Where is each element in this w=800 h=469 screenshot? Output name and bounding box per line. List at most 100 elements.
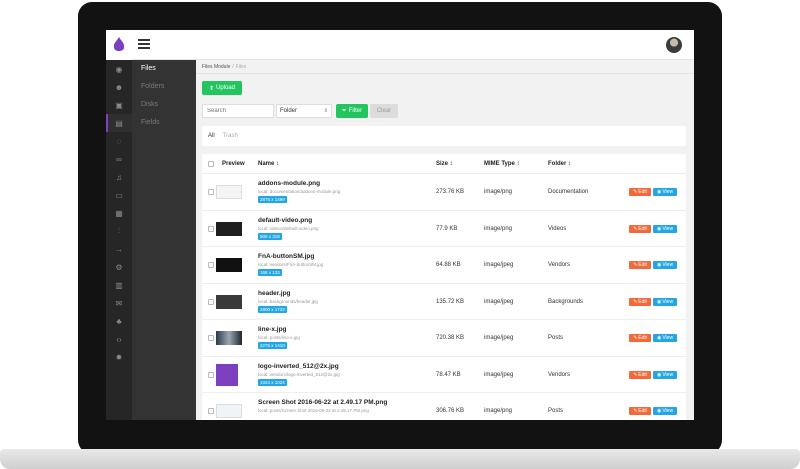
search-input[interactable] (202, 104, 274, 118)
edit-button[interactable]: ✎ Edit (629, 370, 651, 379)
file-name[interactable]: Screen Shot 2016-06-22 at 2.49.17 PM.png (258, 399, 387, 406)
edit-icon: ✎ (633, 408, 638, 414)
view-button[interactable]: ◉ View (653, 370, 677, 379)
filter-button[interactable]: ⏷ Filter (336, 104, 368, 118)
file-preview-thumbnail[interactable] (216, 404, 242, 419)
edit-icon: ✎ (633, 298, 638, 305)
upload-icon: ⬆ (208, 85, 214, 92)
edit-button[interactable]: ✎ Edit (629, 297, 651, 306)
mime-type: image/png (484, 189, 513, 195)
file-name[interactable]: addons-module.png (258, 180, 320, 187)
nav-folders[interactable]: Folders (132, 78, 196, 96)
table-row[interactable]: addons-module.png local::documentation/a… (202, 174, 686, 211)
mime-type: image/png (484, 225, 513, 232)
settings-icon[interactable]: ✹ (106, 348, 132, 366)
col-folder[interactable]: Folder ↕ (548, 161, 571, 167)
upload-label: Upload (216, 85, 236, 91)
row-checkbox[interactable] (208, 298, 214, 305)
mime-type: image/png (484, 408, 513, 414)
row-checkbox[interactable] (208, 371, 214, 378)
files-icon[interactable]: ▤ (106, 114, 132, 132)
top-bar (106, 30, 694, 60)
eye-icon: ◉ (656, 371, 662, 378)
nav-fields[interactable]: Fields (132, 114, 196, 132)
upload-button[interactable]: ⬆ Upload (202, 81, 242, 95)
view-button[interactable]: ◉ View (653, 297, 677, 306)
menu-toggle-icon[interactable] (138, 39, 150, 51)
table-row[interactable]: line-x.jpg local::posts/line-x.jpg 2276 … (202, 320, 686, 357)
view-button[interactable]: ◉ View (653, 261, 677, 269)
breadcrumb: Files Module / Files (202, 64, 246, 70)
file-name[interactable]: line-x.jpg (258, 326, 287, 333)
file-name[interactable]: FnA-buttonSM.jpg (258, 253, 314, 260)
edit-button[interactable]: ✎ Edit (629, 224, 651, 233)
file-preview-thumbnail[interactable] (216, 294, 242, 309)
dashboard-icon[interactable]: ◉ (106, 60, 132, 78)
breadcrumb-separator: / (232, 64, 234, 70)
tab-all[interactable]: All (208, 133, 215, 139)
clear-button[interactable]: Clear (370, 104, 398, 118)
col-size[interactable]: Size ↕ (436, 161, 453, 167)
avatar[interactable] (666, 37, 682, 53)
edit-button[interactable]: ✎ Edit (629, 334, 651, 342)
nav-disks[interactable]: Disks (132, 96, 196, 114)
table-row[interactable]: Screen Shot 2016-06-22 at 2.49.17 PM.png… (202, 393, 686, 420)
comments-icon[interactable]: ◌ (106, 132, 132, 150)
grid-icon[interactable]: ▦ (106, 204, 132, 222)
file-name[interactable]: logo-inverted_512@2x.jpg (258, 363, 339, 370)
logo-icon (113, 37, 125, 51)
folder-select[interactable]: Folder ⇕ (276, 104, 332, 118)
laptop-icon[interactable]: ▭ (106, 186, 132, 204)
edit-button[interactable]: ✎ Edit (629, 407, 651, 415)
edit-button[interactable]: ✎ Edit (629, 188, 651, 196)
col-mime[interactable]: MIME Type ↕ (484, 161, 520, 167)
nav-files[interactable]: Files (132, 60, 196, 78)
view-button[interactable]: ◉ View (653, 334, 677, 342)
file-preview-thumbnail[interactable] (216, 258, 242, 273)
file-preview-thumbnail[interactable] (216, 331, 242, 346)
file-name[interactable]: header.jpg (258, 290, 291, 297)
file-path: local::posts/line-x.jpg (258, 335, 300, 340)
col-name[interactable]: Name ↕ (258, 161, 279, 167)
row-checkbox[interactable] (208, 408, 214, 414)
view-button[interactable]: ◉ View (653, 188, 677, 196)
view-button[interactable]: ◉ View (653, 407, 677, 415)
sliders-icon[interactable]: ⫶ (106, 222, 132, 240)
row-checkbox[interactable] (208, 225, 214, 232)
table-row[interactable]: default-video.png local::videos/default-… (202, 211, 686, 247)
breadcrumb-current: Files (235, 64, 247, 70)
pages-icon[interactable]: ▣ (106, 96, 132, 114)
chat-icon[interactable]: ✉ (106, 294, 132, 312)
app-logo[interactable] (106, 30, 132, 60)
row-checkbox[interactable] (208, 189, 214, 195)
file-preview-thumbnail[interactable] (216, 363, 238, 386)
select-all-checkbox[interactable] (208, 161, 214, 167)
folder-name: Posts (548, 408, 564, 414)
file-preview-thumbnail[interactable] (216, 185, 242, 200)
file-name[interactable]: default-video.png (258, 217, 312, 224)
table-row[interactable]: logo-inverted_512@2x.jpg local::vendors/… (202, 357, 686, 393)
breadcrumb-parent[interactable]: Files Module (202, 64, 230, 70)
tab-trash[interactable]: Trash (223, 133, 238, 139)
dimensions-badge: 2276 x 1410 (258, 342, 287, 349)
calendar-icon[interactable]: ▥ (106, 276, 132, 294)
table-header: Preview Name ↕ Size ↕ MIME Type ↕ Folder… (202, 154, 686, 174)
users-icon[interactable]: ☻ (106, 78, 132, 96)
code-icon[interactable]: ‹› (106, 330, 132, 348)
link-icon[interactable]: ∞ (106, 150, 132, 168)
gears-icon[interactable]: ⚙ (106, 258, 132, 276)
view-button[interactable]: ◉ View (653, 224, 677, 233)
table-row[interactable]: header.jpg local::backgrounds/header.jpg… (202, 284, 686, 320)
mime-type: image/jpeg (484, 335, 514, 341)
row-checkbox[interactable] (208, 335, 214, 341)
file-preview-thumbnail[interactable] (216, 221, 242, 236)
file-size: 273.76 KB (436, 189, 465, 195)
group-icon[interactable]: ♣ (106, 312, 132, 330)
row-checkbox[interactable] (208, 262, 214, 268)
dimensions-badge: 2800 x 1733 (258, 305, 287, 313)
arrow-icon[interactable]: → (106, 240, 132, 258)
edit-button[interactable]: ✎ Edit (629, 261, 651, 269)
bell-icon[interactable]: ♫ (106, 168, 132, 186)
table-row[interactable]: FnA-buttonSM.jpg local::vendors/FnA-butt… (202, 247, 686, 284)
dimensions-badge: 500 x 318 (258, 232, 282, 240)
